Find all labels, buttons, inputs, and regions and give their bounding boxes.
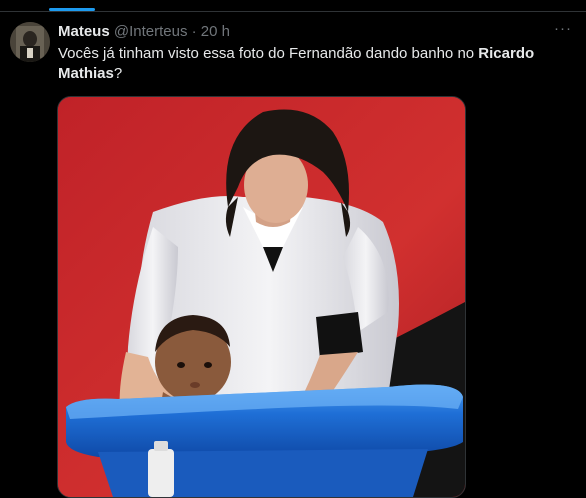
- user-handle[interactable]: @Interteus: [114, 23, 188, 40]
- tweet-photo[interactable]: [57, 96, 466, 498]
- separator-dot: ·: [191, 23, 197, 40]
- display-name[interactable]: Mateus: [58, 23, 110, 40]
- divider: [0, 11, 586, 12]
- tweet-header: Mateus @Interteus · 20 h: [58, 23, 230, 41]
- avatar[interactable]: [10, 22, 50, 62]
- photo-illustration: [58, 97, 465, 497]
- avatar-image: [10, 22, 50, 62]
- tweet-text-prefix: Vocês já tinham visto essa foto do Ferna…: [58, 45, 479, 62]
- tweet-text-suffix: ?: [113, 65, 123, 82]
- timestamp[interactable]: 20 h: [201, 23, 230, 40]
- tweet-text: Vocês já tinham visto essa foto do Ferna…: [58, 44, 558, 84]
- more-options-icon[interactable]: ···: [554, 21, 572, 36]
